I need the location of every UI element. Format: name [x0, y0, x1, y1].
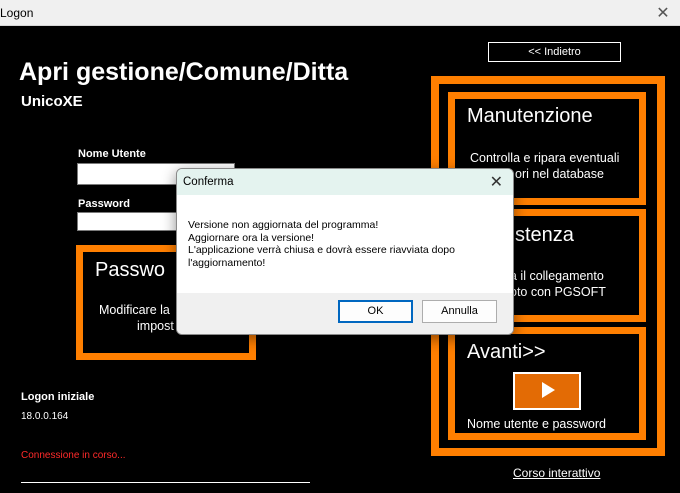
password-label: Password: [78, 198, 130, 210]
next-title: Avanti>>: [467, 341, 546, 363]
page-title: Apri gestione/Comune/Ditta: [19, 58, 349, 86]
password-panel-line1: Modificare la: [99, 303, 170, 317]
logon-initial-label: Logon iniziale: [21, 391, 95, 403]
assistance-line2: oto con PGSOFT: [510, 285, 606, 299]
dialog-message-line: l'aggiornamento!: [188, 256, 266, 269]
dialog-message-line: L'applicazione verrà chiusa e dovrà esse…: [188, 244, 455, 256]
maintenance-line2: ori nel database: [515, 167, 604, 181]
maintenance-line1: Controlla e ripara eventuali: [470, 151, 620, 165]
next-caption: Nome utente e password: [467, 417, 606, 431]
logon-window: Logon ✕ << Indietro Apri gestione/Comune…: [0, 0, 680, 493]
password-panel-line2: impost: [137, 319, 174, 333]
next-panel[interactable]: Avanti>> Nome utente e password: [448, 327, 646, 440]
password-panel-title: Passwo: [95, 259, 166, 281]
back-button[interactable]: << Indietro: [488, 42, 621, 62]
dialog-message: Versione non aggiornata del programma! A…: [188, 219, 455, 269]
version-text: 18.0.0.164: [21, 411, 69, 422]
close-icon[interactable]: ✕: [654, 3, 672, 23]
page-subtitle: UnicoXE: [21, 93, 83, 110]
dialog-title: Conferma: [183, 176, 234, 188]
dialog-message-line: Aggiornare ora la versione!: [188, 231, 315, 244]
progress-line: [21, 482, 310, 483]
dialog-close-icon[interactable]: ✕: [490, 172, 503, 192]
assistance-title: stenza: [515, 224, 574, 246]
assistance-line1: a il collegamento: [510, 269, 604, 283]
window-title: Logon: [0, 6, 34, 20]
title-bar: Logon ✕: [0, 0, 680, 26]
ok-button[interactable]: OK: [338, 300, 413, 323]
cancel-button[interactable]: Annulla: [422, 300, 497, 323]
play-icon: [542, 382, 555, 398]
confirm-dialog: Conferma ✕ Versione non aggiornata del p…: [176, 168, 514, 335]
username-label: Nome Utente: [78, 148, 146, 160]
dialog-title-bar: Conferma ✕: [177, 169, 513, 195]
status-text: Connessione in corso...: [21, 450, 126, 461]
interactive-course-link[interactable]: Corso interattivo: [513, 466, 600, 480]
next-play-button[interactable]: [513, 372, 581, 410]
dialog-message-line: Versione non aggiornata del programma!: [188, 219, 379, 231]
maintenance-title: Manutenzione: [467, 105, 593, 127]
